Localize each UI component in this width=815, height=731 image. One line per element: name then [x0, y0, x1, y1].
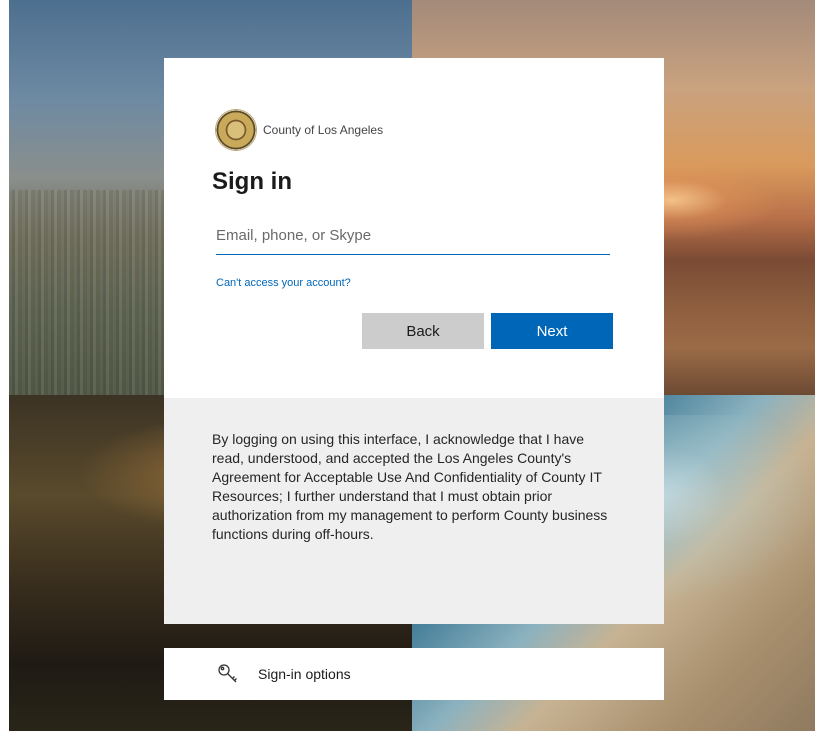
signin-options-label: Sign-in options: [258, 666, 351, 682]
signin-card: County of Los Angeles Sign in Can't acce…: [164, 58, 664, 398]
disclaimer-text: By logging on using this interface, I ac…: [212, 431, 608, 542]
cant-access-account-link[interactable]: Can't access your account?: [216, 277, 351, 289]
key-icon: [216, 662, 240, 686]
back-button[interactable]: Back: [362, 313, 484, 349]
page-title: Sign in: [212, 168, 292, 195]
county-seal-icon: [216, 110, 256, 150]
next-button[interactable]: Next: [491, 313, 613, 349]
signin-options-button[interactable]: Sign-in options: [164, 648, 664, 700]
disclaimer-panel: By logging on using this interface, I ac…: [164, 398, 664, 624]
brand-logo-row: County of Los Angeles: [216, 110, 383, 150]
email-field-wrapper: [216, 218, 610, 255]
brand-name: County of Los Angeles: [263, 123, 384, 137]
email-input[interactable]: [216, 218, 610, 252]
